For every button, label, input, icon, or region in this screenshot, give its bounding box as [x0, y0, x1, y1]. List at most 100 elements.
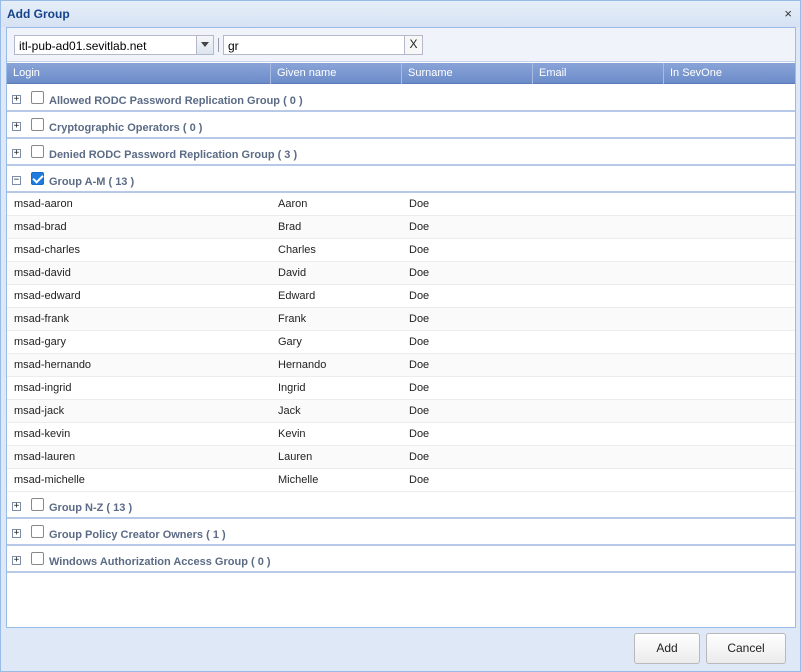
- group-row[interactable]: + Group N-Z ( 13 ): [7, 492, 795, 519]
- cell-surname: Doe: [409, 221, 430, 233]
- domain-select[interactable]: itl-pub-ad01.sevitlab.net: [14, 35, 214, 55]
- group-label: Cryptographic Operators ( 0 ): [49, 122, 203, 134]
- column-header-in-sevone[interactable]: In SevOne: [664, 63, 795, 84]
- group-row[interactable]: + Denied RODC Password Replication Group …: [7, 139, 795, 166]
- cell-surname: Doe: [409, 313, 430, 325]
- cell-login: msad-david: [14, 267, 71, 279]
- group-checkbox[interactable]: [31, 118, 44, 131]
- cell-surname: Doe: [409, 428, 430, 440]
- group-row[interactable]: + Cryptographic Operators ( 0 ): [7, 112, 795, 139]
- dialog-titlebar: Add Group ×: [1, 1, 800, 27]
- add-button[interactable]: Add: [634, 633, 700, 664]
- group-checkbox[interactable]: [31, 552, 44, 565]
- table-row[interactable]: msad-ingrid Ingrid Doe: [7, 377, 795, 400]
- cell-given: Charles: [278, 244, 316, 256]
- table-row[interactable]: msad-michelle Michelle Doe: [7, 469, 795, 492]
- group-checkbox[interactable]: [31, 498, 44, 511]
- cell-given: Frank: [278, 313, 307, 325]
- group-label: Denied RODC Password Replication Group (…: [49, 149, 298, 161]
- cell-given: Jack: [278, 405, 301, 417]
- cell-surname: Doe: [409, 382, 430, 394]
- expand-icon[interactable]: +: [12, 149, 21, 158]
- cell-given: Hernando: [278, 359, 327, 371]
- cell-login: msad-aaron: [14, 198, 73, 210]
- domain-select-value: itl-pub-ad01.sevitlab.net: [19, 39, 147, 53]
- grid-body: + Allowed RODC Password Replication Group…: [7, 85, 795, 627]
- cell-given: David: [278, 267, 307, 279]
- collapse-icon[interactable]: −: [12, 176, 21, 185]
- cell-given: Brad: [278, 221, 302, 233]
- table-row[interactable]: msad-charles Charles Doe: [7, 239, 795, 262]
- cell-login: msad-edward: [14, 290, 81, 302]
- table-row[interactable]: msad-lauren Lauren Doe: [7, 446, 795, 469]
- cell-login: msad-hernando: [14, 359, 92, 371]
- search-input[interactable]: [228, 39, 398, 53]
- group-checkbox[interactable]: [31, 145, 44, 158]
- cell-login: msad-michelle: [14, 474, 85, 486]
- expand-icon[interactable]: +: [12, 122, 21, 131]
- column-header-surname[interactable]: Surname: [402, 63, 533, 84]
- cell-given: Michelle: [278, 474, 319, 486]
- table-row[interactable]: msad-gary Gary Doe: [7, 331, 795, 354]
- cell-login: msad-brad: [14, 221, 67, 233]
- add-group-dialog: Add Group × itl-pub-ad01.sevitlab.net X …: [0, 0, 801, 672]
- cell-given: Kevin: [278, 428, 306, 440]
- column-header-given-name[interactable]: Given name: [271, 63, 402, 84]
- cell-surname: Doe: [409, 198, 430, 210]
- table-row[interactable]: msad-edward Edward Doe: [7, 285, 795, 308]
- cell-login: msad-kevin: [14, 428, 71, 440]
- cell-login: msad-frank: [14, 313, 70, 325]
- group-row[interactable]: + Windows Authorization Access Group ( 0 …: [7, 546, 795, 573]
- toolbar-separator: [218, 38, 219, 52]
- table-row[interactable]: msad-david David Doe: [7, 262, 795, 285]
- toolbar: itl-pub-ad01.sevitlab.net X: [7, 28, 795, 62]
- expand-icon[interactable]: +: [12, 95, 21, 104]
- group-row[interactable]: + Allowed RODC Password Replication Group…: [7, 85, 795, 112]
- cell-login: msad-lauren: [14, 451, 76, 463]
- cell-given: Ingrid: [278, 382, 306, 394]
- expand-icon[interactable]: +: [12, 502, 21, 511]
- cell-surname: Doe: [409, 267, 430, 279]
- search-field[interactable]: X: [223, 35, 423, 55]
- group-row[interactable]: − Group A-M ( 13 ): [7, 166, 795, 193]
- clear-search-icon[interactable]: X: [404, 36, 422, 54]
- table-row[interactable]: msad-frank Frank Doe: [7, 308, 795, 331]
- dialog-title: Add Group: [7, 7, 70, 21]
- group-row[interactable]: + Group Policy Creator Owners ( 1 ): [7, 519, 795, 546]
- cell-surname: Doe: [409, 359, 430, 371]
- cell-given: Lauren: [278, 451, 313, 463]
- group-checkbox[interactable]: [31, 91, 44, 104]
- group-checkbox[interactable]: [31, 525, 44, 538]
- table-row[interactable]: msad-brad Brad Doe: [7, 216, 795, 239]
- grid-header: Login Given name Surname Email In SevOne: [7, 63, 795, 84]
- cell-login: msad-jack: [14, 405, 65, 417]
- column-header-login[interactable]: Login: [7, 63, 271, 84]
- cell-login: msad-gary: [14, 336, 66, 348]
- group-label: Group Policy Creator Owners ( 1 ): [49, 529, 226, 541]
- cell-given: Aaron: [278, 198, 308, 210]
- cell-given: Edward: [278, 290, 316, 302]
- group-label: Group N-Z ( 13 ): [49, 502, 133, 514]
- cell-surname: Doe: [409, 474, 430, 486]
- cell-surname: Doe: [409, 451, 430, 463]
- cell-surname: Doe: [409, 290, 430, 302]
- close-icon[interactable]: ×: [784, 6, 792, 21]
- table-row[interactable]: msad-jack Jack Doe: [7, 400, 795, 423]
- table-row[interactable]: msad-hernando Hernando Doe: [7, 354, 795, 377]
- group-checkbox[interactable]: [31, 172, 44, 185]
- cell-login: msad-ingrid: [14, 382, 72, 394]
- chevron-down-icon[interactable]: [196, 36, 213, 54]
- cell-surname: Doe: [409, 405, 430, 417]
- cell-surname: Doe: [409, 336, 430, 348]
- group-label: Group A-M ( 13 ): [49, 176, 135, 188]
- group-label: Allowed RODC Password Replication Group …: [49, 95, 303, 107]
- group-label: Windows Authorization Access Group ( 0 ): [49, 556, 271, 568]
- cell-surname: Doe: [409, 244, 430, 256]
- table-row[interactable]: msad-kevin Kevin Doe: [7, 423, 795, 446]
- cancel-button[interactable]: Cancel: [706, 633, 786, 664]
- column-header-email[interactable]: Email: [533, 63, 664, 84]
- dialog-content: itl-pub-ad01.sevitlab.net X Login Given …: [6, 27, 796, 628]
- table-row[interactable]: msad-aaron Aaron Doe: [7, 193, 795, 216]
- expand-icon[interactable]: +: [12, 556, 21, 565]
- expand-icon[interactable]: +: [12, 529, 21, 538]
